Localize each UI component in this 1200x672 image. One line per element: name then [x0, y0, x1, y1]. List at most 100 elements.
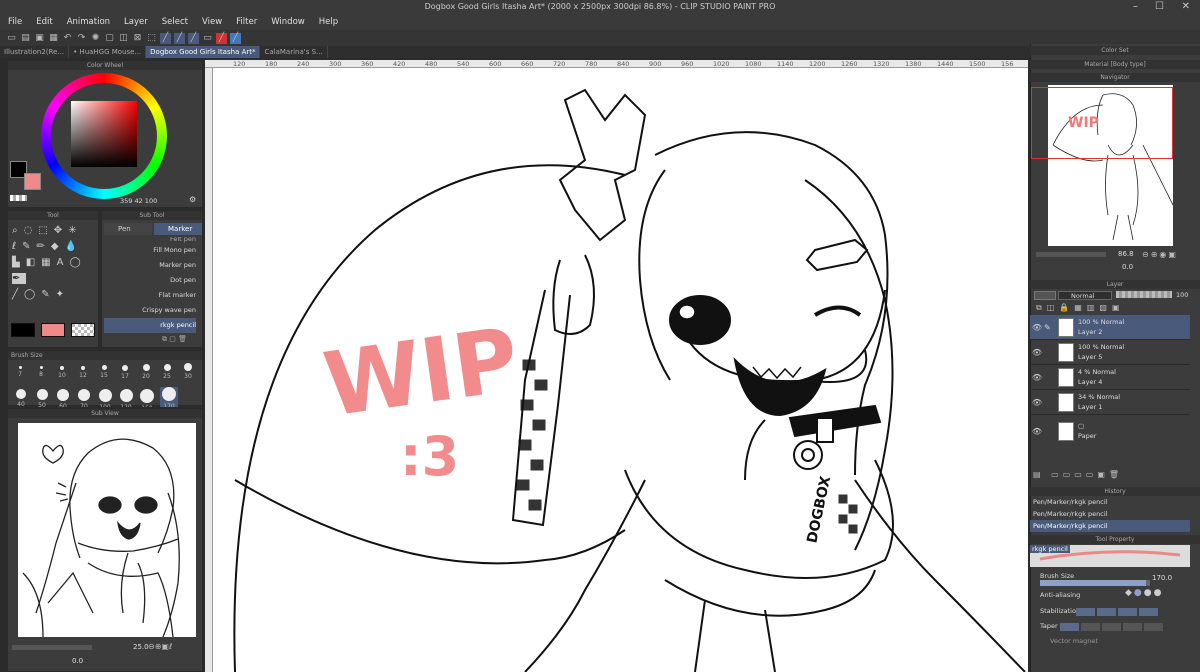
ruler-tool-icon[interactable]: ╱ [12, 289, 24, 300]
layer-row-layer-2[interactable]: 👁 ✎ 100 % Normal Layer 2 [1030, 315, 1190, 340]
brush-size-25[interactable]: 25 [160, 364, 174, 380]
new-folder-icon[interactable]: ▭ [1074, 470, 1086, 479]
brush-size-30[interactable]: 30 [181, 363, 195, 380]
brush-size-17[interactable]: 17 [118, 365, 132, 380]
menu-help[interactable]: Help [319, 17, 338, 27]
select-tool-icon[interactable]: ⬚ [38, 225, 53, 236]
eraser-tool-icon[interactable]: ◆ [51, 241, 65, 252]
save-icon[interactable]: ▣ [34, 33, 45, 44]
text-tool-icon[interactable]: A [57, 257, 70, 268]
transform-icon[interactable]: ◫ [118, 33, 129, 44]
zoom-tool-icon[interactable]: ⌕ [12, 225, 24, 236]
open-icon[interactable]: ▤ [20, 33, 31, 44]
layer-row-layer-4[interactable]: 👁 4 % Normal Layer 4 [1030, 365, 1190, 390]
new-file-icon[interactable]: ▭ [6, 33, 17, 44]
layer-alpha-lock-icon[interactable]: ▦ [1074, 303, 1087, 312]
menu-file[interactable]: File [8, 17, 22, 27]
grid-snap-icon[interactable]: ╱ [188, 32, 199, 44]
brush-size-50[interactable]: 50 [34, 389, 50, 407]
new-raster-layer-icon[interactable]: ▭ [1051, 470, 1063, 479]
layer-mask-icon[interactable]: ▥ [1087, 303, 1100, 312]
brush-size-120[interactable]: 120 [118, 389, 134, 407]
brush-size-10[interactable]: 10 [55, 366, 69, 379]
menu-animation[interactable]: Animation [67, 17, 110, 27]
close-icon[interactable]: ✕ [1182, 0, 1190, 14]
layer-mask-add-icon[interactable]: ▭ [1086, 470, 1098, 479]
saturation-value-square[interactable] [71, 101, 137, 167]
eyedropper-icon[interactable]: ℓ [12, 241, 22, 252]
fill-tool-icon[interactable]: ▙ [12, 257, 26, 268]
material-title[interactable]: Material [Body type] [1030, 60, 1200, 69]
subtool-item-marker-pen[interactable]: Marker pen [104, 258, 196, 273]
decoration-tool-icon[interactable]: ✦ [56, 289, 70, 300]
subtool-item-crispy-wave-pen[interactable]: Crispy wave pen [104, 303, 196, 318]
sub-color-swatch[interactable] [24, 173, 41, 190]
operation-tool-icon[interactable]: ✎ [41, 289, 55, 300]
brush-size-60[interactable]: 60 [55, 389, 71, 407]
nav-zoom-out-icon[interactable]: ⊖ [1142, 250, 1151, 259]
move-tool-icon[interactable]: ✥ [54, 225, 68, 236]
navigator-zoom-slider[interactable] [1036, 252, 1106, 257]
layer-visibility-eye-icon[interactable]: 👁 [1030, 323, 1044, 332]
aa-medium-icon[interactable]: ● [1144, 588, 1154, 598]
clear-icon[interactable]: ▢ [104, 33, 115, 44]
loading-icon[interactable]: ✺ [90, 33, 101, 44]
tab-huahgg[interactable]: • HuaHGG Mouse... [69, 46, 147, 58]
tool-main-color[interactable] [11, 323, 35, 337]
menu-select[interactable]: Select [162, 17, 188, 27]
layer-visibility-eye-icon[interactable]: 👁 [1030, 398, 1044, 407]
layer-clip-icon[interactable]: ⧉ [1036, 303, 1047, 312]
blend-mode-select[interactable]: Normal [1058, 291, 1112, 300]
brush-size-7[interactable]: 7 [13, 366, 27, 378]
menu-edit[interactable]: Edit [36, 17, 52, 27]
brush-size-150[interactable]: 150 [139, 389, 155, 407]
transparent-color-swatch[interactable] [10, 195, 27, 201]
brush-size-8[interactable]: 8 [34, 366, 48, 378]
correct-line-icon[interactable]: ◯ [24, 289, 41, 300]
layer-lock-icon[interactable]: 🔒 [1059, 303, 1074, 312]
merge-down-icon[interactable]: ▣ [1097, 470, 1109, 479]
layer-row-layer-1[interactable]: 👁 34 % Normal Layer 1 [1030, 390, 1190, 415]
navigator-viewport-frame[interactable] [1031, 87, 1173, 159]
layer-palette-icon[interactable]: ▤ [1033, 470, 1045, 479]
subview-zoom-slider[interactable] [12, 645, 92, 650]
pen-tool-icon[interactable]: ✎ [22, 241, 36, 252]
layer-color-mode[interactable] [1034, 291, 1056, 300]
taper-slider[interactable] [1060, 622, 1165, 631]
layer-ruler-icon[interactable]: ▧ [1099, 303, 1112, 312]
color-set-title[interactable]: Color Set [1030, 46, 1200, 55]
special-ruler-snap-icon[interactable]: ╱ [174, 32, 185, 44]
layer-row-layer-5[interactable]: 👁 100 % Normal Layer 5 [1030, 340, 1190, 365]
balloon-tool-icon[interactable]: ◯ [69, 257, 86, 268]
tab-calamarina[interactable]: CalaMarina's S... [260, 46, 328, 58]
auto-select-icon[interactable]: ✳ [68, 225, 82, 236]
figure-tool-icon[interactable]: ▦ [41, 257, 56, 268]
brush-size-70[interactable]: 70 [76, 389, 92, 407]
tool-sub-color[interactable] [41, 323, 65, 337]
aa-weak-icon[interactable]: ● [1134, 588, 1144, 598]
subview-zoom-out-icon[interactable]: ⊖ [148, 642, 155, 651]
lasso-tool-icon[interactable]: ◌ [24, 225, 39, 236]
brush-size-20[interactable]: 20 [139, 364, 153, 380]
subtool-item-rkgk-pencil[interactable]: rkgk pencil [104, 318, 196, 333]
gradient-tool-icon[interactable]: ◧ [26, 257, 41, 268]
tab-illustration2[interactable]: Illustration2(Re... [0, 46, 70, 58]
new-vector-layer-icon[interactable]: ▭ [1063, 470, 1075, 479]
tab-dogbox[interactable]: Dogbox Good Girls Itasha Art* [146, 46, 261, 58]
maximize-icon[interactable]: ☐ [1155, 0, 1164, 14]
menu-filter[interactable]: Filter [236, 17, 257, 27]
subtool-new-icon[interactable]: ▢ [169, 335, 176, 343]
stabilization-slider[interactable] [1076, 607, 1160, 616]
brush-size-12[interactable]: 12 [76, 366, 90, 379]
ruler-snap-icon[interactable]: ╱ [160, 32, 171, 44]
brush-size-slider[interactable] [1040, 580, 1150, 586]
delete-layer-icon[interactable]: 🗑 [1109, 470, 1123, 479]
layer-visibility-eye-icon[interactable]: 👁 [1030, 373, 1044, 382]
view-mode-icon[interactable]: ▭ [202, 33, 213, 44]
print-icon[interactable]: ▦ [48, 33, 59, 44]
tool-transparent-color[interactable] [71, 323, 95, 337]
menu-window[interactable]: Window [271, 17, 305, 27]
brush-size-170[interactable]: 170 [160, 387, 178, 407]
subtool-copy-icon[interactable]: ⧉ [162, 335, 167, 343]
color-icon[interactable]: ╱ [230, 32, 241, 44]
